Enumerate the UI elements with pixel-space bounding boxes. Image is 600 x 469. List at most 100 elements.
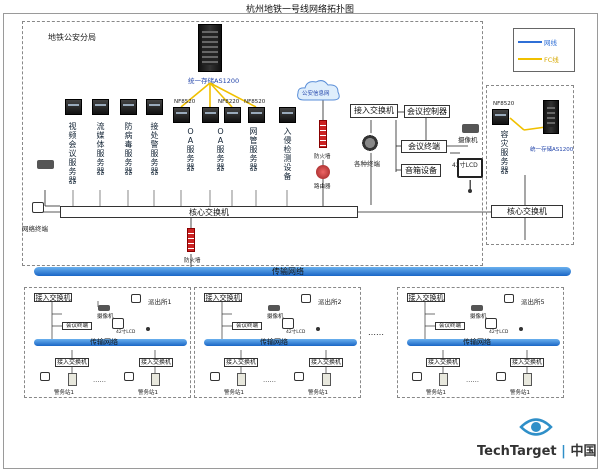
legend-line2-swatch [518,58,542,60]
transport-main-label: 传输网络 [272,267,304,276]
station5-ws-a-icon [439,373,448,386]
server-label-3: 防病毒服务器 [124,122,133,176]
conf-controller: 会议控制器 [404,105,450,118]
station2-ws-b-icon [322,373,331,386]
station5-ws-b-icon [523,373,532,386]
legend-line1-label: 网线 [544,39,557,47]
station5-lcd-icon [485,318,497,329]
station2-ellipsis: …… [263,376,276,384]
stations-ellipsis: …… [368,328,384,337]
storage-right-label: 统一存储AS1200 [530,147,574,153]
station2-conf: 会议终端 [232,322,262,330]
station2-access1: 接入交换机 [204,293,242,302]
server-icon-2 [92,99,109,115]
station2-lcd-label: 42寸LCD [286,330,306,335]
station5-ws-a-label: 警务站1 [426,390,446,396]
station1-ws-b-label: 警务站1 [138,390,158,396]
lcd-label: 42寸LCD [452,162,478,169]
station5-ellipsis: …… [466,376,479,384]
station1-lcd-label: 42寸LCD [116,330,136,335]
station1-ellipsis: …… [93,376,106,384]
server-icon-6 [202,107,219,123]
station5-access1: 接入交换机 [407,293,445,302]
station5-transport-label: 传输网络 [463,338,491,346]
conf-terminal: 会议终端 [401,140,447,153]
station5-pc-a-icon [412,372,422,381]
server-label-4: 接处警服务器 [150,122,159,176]
station5-camera-icon [471,305,483,311]
station1-sw-b: 接入交换机 [139,358,173,367]
firewall-top-icon [319,120,327,148]
router-icon [316,165,330,179]
station1-lcd-icon [112,318,124,329]
station2-ws-a-icon [237,373,246,386]
core-switch: 核心交换机 [60,206,358,218]
brand-divider: | [561,444,566,459]
station5-sw-b: 接入交换机 [510,358,544,367]
station5-mic-icon [519,327,523,331]
server-label-2: 流媒体服务器 [96,122,105,176]
station1-pc-b-icon [124,372,134,381]
nf-label-2: NF8220 [218,99,240,105]
station2-sw-b: 接入交换机 [309,358,343,367]
station2-camera-icon [268,305,280,311]
brand-logo: TechTarget | 中国 [477,440,596,459]
station5-sw-a: 接入交换机 [426,358,460,367]
access-switch: 接入交换机 [350,104,398,118]
station2-transport-label: 传输网络 [260,338,288,346]
station2-ws-a-label: 警务站1 [224,390,244,396]
camera-left-icon [37,160,54,169]
station5-monitor-icon [504,294,514,303]
station2-ws-b-label: 警务站1 [308,390,328,396]
various-terminals-label: 各种终端 [354,160,380,168]
station5-conf: 会议终端 [435,322,465,330]
station5-pc-b-icon [496,372,506,381]
station2-pc-a-icon [210,372,220,381]
nf-label-1: NF8520 [174,99,196,105]
core-switch-right: 核心交换机 [491,205,563,218]
server-icon-4 [146,99,163,115]
server-label-7: 网管服务器 [249,127,258,172]
station2-monitor-icon [301,294,311,303]
terminals-icon [360,133,380,153]
server-label-6: OA服务器 [216,127,225,172]
station5-name: 派出所5 [521,298,545,306]
legend-line2-label: FC线 [544,56,559,64]
server-icon-7 [224,107,241,123]
station2-sw-a: 接入交换机 [224,358,258,367]
station2-lcd-icon [282,318,294,329]
server-label-8: 入侵检测设备 [283,127,292,181]
mic-icon [468,189,472,193]
pc-left-icon [32,202,44,213]
station1-pc-a-icon [40,372,50,381]
brand-cn: 中国 [570,444,597,459]
station1-ws-a-label: 警务站1 [54,390,74,396]
station1-transport-label: 传输网络 [90,338,118,346]
firewall-bottom-icon [187,228,195,252]
dr-server-icon [492,109,509,125]
station2-mic-icon [316,327,320,331]
firewall-bottom-label: 防火墙 [184,258,201,264]
firewall-top-label: 防火墙 [314,154,331,160]
camera-left-label: 网络终端 [22,225,48,233]
station1-camera-icon [98,305,110,311]
dr-server-label: 容灾服务器 [500,130,509,175]
brand-name: TechTarget [477,444,557,459]
station1-monitor-icon [131,294,141,303]
nf-label-3: NF8520 [244,99,266,105]
station1-name: 派出所1 [148,298,172,306]
station1-mic-icon [146,327,150,331]
station1-ws-b-icon [151,373,160,386]
station1-ws-a-icon [68,373,77,386]
cloud-label: 公安信息网 [302,91,330,97]
server-label-1: 视频会议服务器 [68,122,77,185]
server-icon-8 [248,107,265,123]
legend: 网线 FC线 [513,28,575,72]
server-icon-9 [279,107,296,123]
legend-line1-swatch [518,41,542,43]
server-icon-3 [120,99,137,115]
server-icon-5 [173,107,190,123]
server-label-5: OA服务器 [186,127,195,172]
router-label: 路由器 [314,184,331,190]
camera-center-icon [462,124,479,133]
